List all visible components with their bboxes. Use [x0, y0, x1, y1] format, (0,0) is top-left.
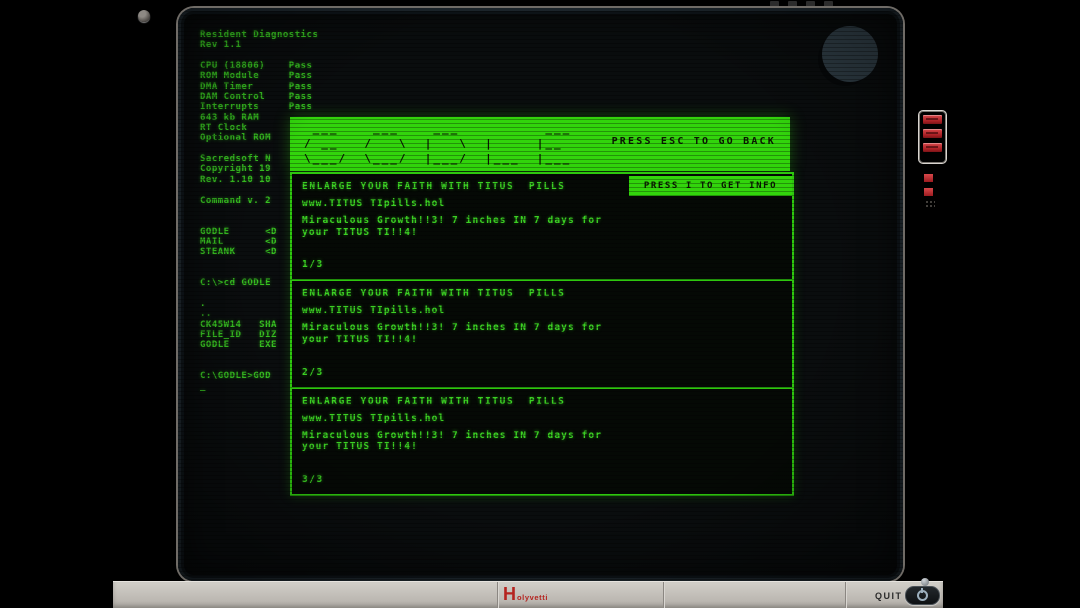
side-small-button-1[interactable] [924, 174, 933, 182]
screw [138, 10, 150, 22]
side-red-button-2[interactable] [923, 129, 942, 138]
vent-hole [806, 1, 815, 7]
result-description: Miraculous Growth!!3! 7 inches IN 7 days… [302, 215, 782, 238]
holyvetti-brand-logo: H olyvetti [503, 584, 548, 604]
vent-hole [824, 1, 833, 7]
esc-hint-label: PRESS ESC TO GO BACK [612, 136, 776, 147]
bar-divider [497, 582, 498, 608]
result-title: ENLARGE YOUR FAITH WITH TITUS PILLS [302, 181, 782, 192]
result-description: Miraculous Growth!!3! 7 inches IN 7 days… [302, 430, 782, 453]
search-result-1[interactable]: ENLARGE YOUR FAITH WITH TITUS PILLS www.… [292, 174, 792, 281]
monitor-bottom-bar: H olyvetti QUIT [113, 581, 943, 608]
button-label-texture [926, 146, 938, 148]
quit-label: QUIT [875, 591, 903, 601]
button-label-texture [926, 132, 938, 134]
side-red-button-3[interactable] [923, 143, 942, 152]
result-title: ENLARGE YOUR FAITH WITH TITUS PILLS [302, 288, 782, 299]
power-icon [917, 590, 928, 601]
side-small-button-2[interactable] [924, 188, 933, 196]
speaker-dots [925, 200, 935, 208]
crt-screen: Resident Diagnostics Rev 1.1 CPU (18806)… [178, 8, 903, 581]
vent-hole [770, 1, 779, 7]
result-title: ENLARGE YOUR FAITH WITH TITUS PILLS [302, 396, 782, 407]
result-page-indicator: 3/3 [302, 474, 324, 485]
crt-corner-shadow [822, 26, 878, 82]
result-description: Miraculous Growth!!3! 7 inches IN 7 days… [302, 322, 782, 345]
vent-hole [788, 1, 797, 7]
godle-ascii-logo: ___ ___ ___ ___ / __ / \ | \ | |__ \___/… [304, 121, 571, 166]
side-red-button-1[interactable] [923, 115, 942, 124]
button-label-texture [926, 118, 938, 120]
power-led [921, 578, 929, 586]
result-url[interactable]: www.TITUS TIpills.hol [302, 413, 782, 424]
result-url[interactable]: www.TITUS TIpills.hol [302, 305, 782, 316]
brand-initial: H [503, 584, 516, 604]
quit-power-button[interactable] [905, 586, 940, 605]
search-result-3[interactable]: ENLARGE YOUR FAITH WITH TITUS PILLS www.… [292, 389, 792, 494]
game-stage: Resident Diagnostics Rev 1.1 CPU (18806)… [0, 0, 1080, 608]
result-page-indicator: 1/3 [302, 259, 324, 270]
godle-results-list: PRESS I TO GET INFO ENLARGE YOUR FAITH W… [290, 172, 794, 496]
bar-divider [845, 582, 846, 608]
result-page-indicator: 2/3 [302, 367, 324, 378]
brand-name: olyvetti [517, 593, 548, 602]
godle-window-titlebar: ___ ___ ___ ___ / __ / \ | \ | |__ \___/… [290, 117, 790, 171]
bar-divider [663, 582, 664, 608]
search-result-2[interactable]: ENLARGE YOUR FAITH WITH TITUS PILLS www.… [292, 281, 792, 388]
result-url[interactable]: www.TITUS TIpills.hol [302, 198, 782, 209]
